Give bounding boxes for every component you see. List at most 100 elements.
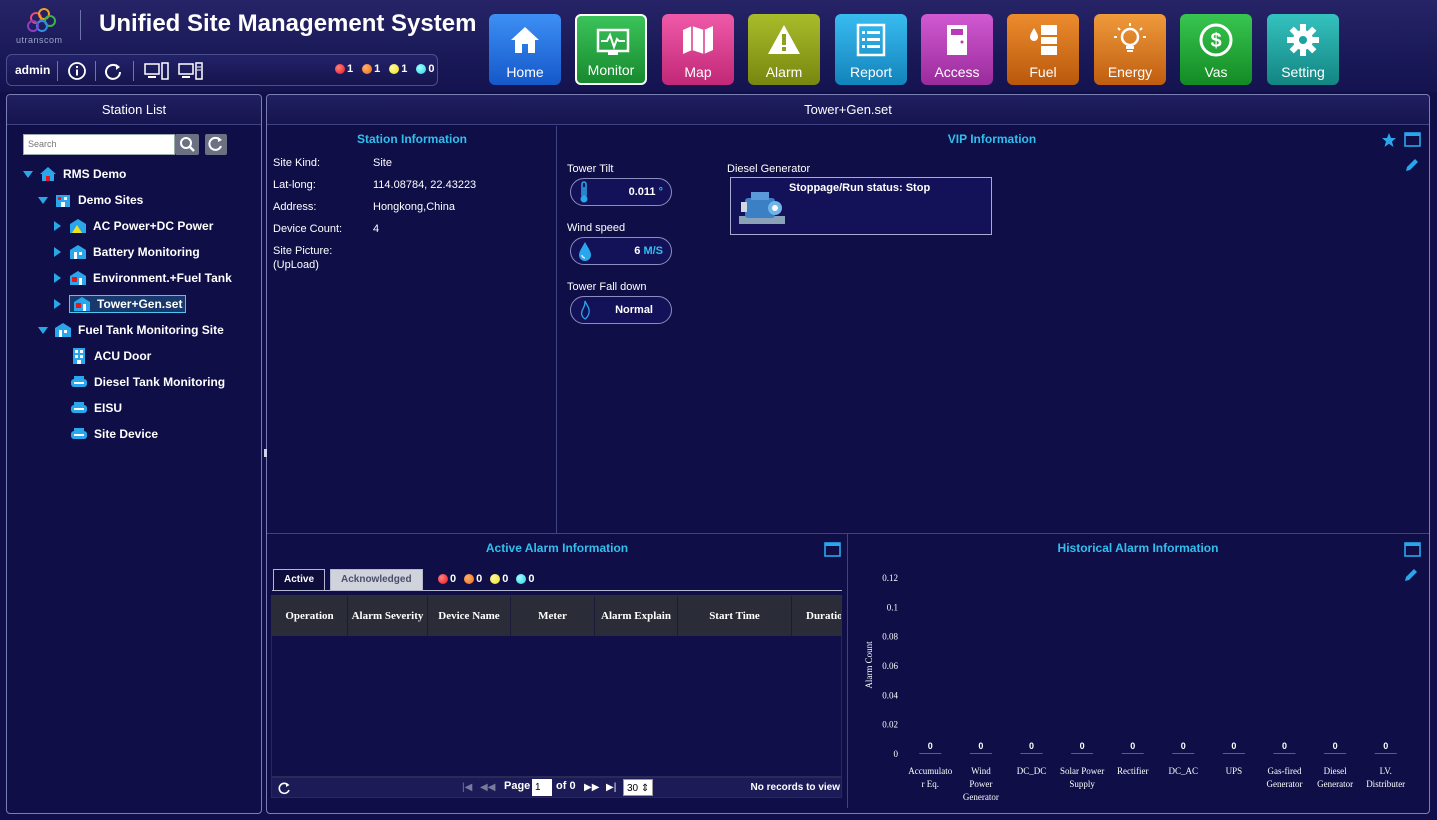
nav-map-button[interactable]: Map (662, 14, 734, 85)
chart-bar[interactable] (919, 753, 942, 754)
star-icon[interactable] (1381, 132, 1397, 148)
column-header[interactable]: Duratio (792, 596, 841, 636)
section-divider (847, 534, 848, 808)
column-header[interactable]: Start Time (678, 596, 792, 636)
first-page-icon[interactable]: |◀ (462, 782, 472, 793)
column-header[interactable]: Device Name (428, 596, 511, 636)
alarm-count-warning[interactable]: 0 (416, 63, 435, 75)
expand-icon[interactable] (54, 299, 61, 309)
x-tick-label: Rectifier (1117, 766, 1148, 776)
tree-node-acu-door[interactable]: ACU Door (23, 345, 258, 367)
site-alarm-icon (70, 271, 86, 285)
chart-bar[interactable] (1121, 753, 1144, 754)
chart-bar[interactable] (1324, 753, 1347, 754)
nav-vas-button[interactable]: $ Vas (1180, 14, 1252, 85)
x-tick-label: DC_DC (1017, 766, 1047, 776)
maximize-icon[interactable] (1404, 542, 1421, 557)
x-tick-label: Solar Power (1060, 766, 1104, 776)
alarm-count-critical[interactable]: 1 (335, 63, 353, 75)
monitor-screens-icon[interactable] (143, 61, 171, 81)
column-header[interactable]: Meter (511, 596, 595, 636)
tree-node-fuel-tank-monitoring-site[interactable]: Fuel Tank Monitoring Site (23, 319, 258, 341)
tree-node-environment-fuel-tank[interactable]: Environment.+Fuel Tank (23, 267, 258, 289)
column-header[interactable]: Alarm Explain (595, 596, 678, 636)
column-header[interactable]: Operation (272, 596, 348, 636)
chart-bar[interactable] (1374, 753, 1397, 754)
chart-bar[interactable] (969, 753, 992, 754)
tree-label: Environment.+Fuel Tank (93, 271, 232, 285)
search-input[interactable]: Search (23, 134, 175, 155)
upload-link[interactable]: (UpLoad) (273, 259, 319, 271)
prev-page-icon[interactable]: ◀◀ (480, 782, 495, 793)
nav-label: Report (849, 64, 893, 80)
nav-energy-button[interactable]: Energy (1094, 14, 1166, 85)
page-number-input[interactable]: 1 (532, 779, 552, 796)
active-count-critical[interactable]: 0 (438, 573, 456, 585)
edit-icon[interactable] (1404, 157, 1420, 173)
data-label: 0 (1080, 741, 1085, 751)
y-tick-label: 0.08 (882, 632, 898, 642)
tree-node-diesel-tank-monitoring[interactable]: Diesel Tank Monitoring (23, 371, 258, 393)
divider (95, 61, 96, 81)
water-drop-icon (579, 242, 591, 261)
alarm-count-major[interactable]: 1 (362, 63, 380, 75)
chart-bar[interactable] (1273, 753, 1296, 754)
refresh-icon[interactable] (277, 781, 292, 796)
expand-icon[interactable] (38, 196, 48, 204)
tree-label: Tower+Gen.set (97, 297, 183, 311)
tree-refresh-button[interactable] (205, 134, 227, 155)
maximize-icon[interactable] (1404, 132, 1421, 147)
next-page-icon[interactable]: ▶▶ (584, 782, 599, 793)
refresh-icon[interactable] (103, 61, 123, 81)
nav-setting-button[interactable]: Setting (1267, 14, 1339, 85)
tree-node-ac-power[interactable]: AC Power+DC Power (23, 215, 258, 237)
pager-status: No records to view (750, 782, 840, 793)
y-tick-label: 0.1 (887, 602, 898, 612)
chart-bar[interactable] (1071, 753, 1094, 754)
chart-bar[interactable] (1172, 753, 1195, 754)
x-tick-label: LV. (1380, 766, 1392, 776)
data-label: 0 (1282, 741, 1287, 751)
nav-alarm-button[interactable]: Alarm (748, 14, 820, 85)
username[interactable]: admin (15, 63, 50, 77)
tree-label: Fuel Tank Monitoring Site (78, 323, 224, 337)
expand-icon[interactable] (38, 326, 48, 334)
diesel-generator-card[interactable]: Stoppage/Run status: Stop (730, 177, 992, 235)
tree-node-eisu[interactable]: EISU (23, 397, 258, 419)
nav-report-button[interactable]: Report (835, 14, 907, 85)
splitter-handle[interactable] (264, 449, 267, 457)
chart-bar[interactable] (1222, 753, 1245, 754)
expand-icon[interactable] (23, 170, 33, 178)
active-count-major[interactable]: 0 (464, 573, 482, 585)
data-label: 0 (1130, 741, 1135, 751)
maximize-icon[interactable] (824, 542, 841, 557)
active-count-minor[interactable]: 0 (490, 573, 508, 585)
alarm-count-minor[interactable]: 1 (389, 63, 407, 75)
chart-bar[interactable] (1020, 753, 1043, 754)
tree-node-site-device[interactable]: Site Device (23, 423, 258, 445)
search-button[interactable] (175, 134, 199, 155)
last-page-icon[interactable]: ▶| (606, 782, 616, 793)
info-icon[interactable] (67, 61, 87, 81)
address-label: Address: (273, 201, 317, 213)
selected-node[interactable]: Tower+Gen.set (69, 295, 187, 313)
nav-home-button[interactable]: Home (489, 14, 561, 85)
expand-icon[interactable] (54, 247, 61, 257)
active-count-warning[interactable]: 0 (516, 573, 535, 585)
expand-icon[interactable] (54, 273, 61, 283)
nav-monitor-button[interactable]: Monitor (575, 14, 647, 85)
expand-icon[interactable] (54, 221, 61, 231)
tower-tilt-unit: ° (658, 186, 663, 198)
tree-node-rms-demo[interactable]: RMS Demo (23, 163, 258, 185)
tree-node-battery-monitoring[interactable]: Battery Monitoring (23, 241, 258, 263)
server-screen-icon[interactable] (177, 61, 205, 81)
tab-active[interactable]: Active (273, 569, 326, 591)
page-size-select[interactable]: 30 ⇕ (623, 779, 653, 796)
tree-node-tower-gen-set[interactable]: Tower+Gen.set (23, 293, 258, 315)
column-header[interactable]: Alarm Severity (348, 596, 428, 636)
tab-acknowledged[interactable]: Acknowledged (330, 569, 423, 591)
nav-access-button[interactable]: Access (921, 14, 993, 85)
nav-fuel-button[interactable]: Fuel (1007, 14, 1079, 85)
tree-node-demo-sites[interactable]: Demo Sites (23, 189, 258, 211)
alarm-counts: 1 1 1 0 (335, 63, 435, 75)
